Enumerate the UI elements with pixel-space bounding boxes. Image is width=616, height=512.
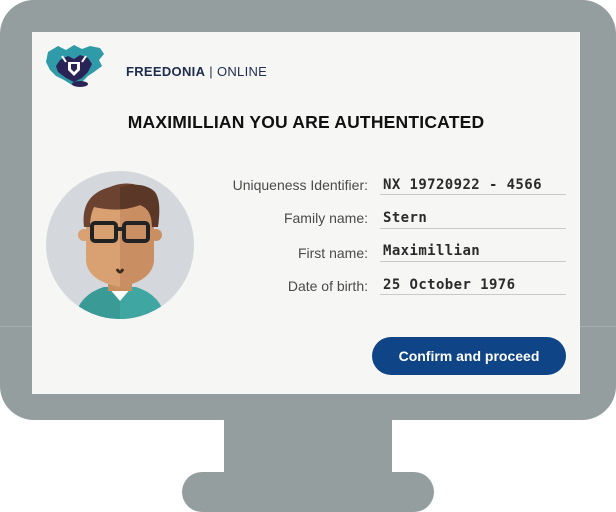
uniqueness-identifier-label: Uniqueness Identifier:: [232, 177, 368, 193]
uniqueness-identifier-value: NX 19720922 - 4566: [383, 177, 542, 193]
brand-wordmark: FREEDONIA | ONLINE: [126, 64, 267, 79]
date-of-birth-label: Date of birth:: [287, 278, 368, 294]
freedonia-map-shield-icon: [46, 45, 104, 87]
first-name-value: Maximillian: [383, 243, 481, 259]
screen: FREEDONIA | ONLINE MAXIMILLIAN YOU ARE AUT…: [32, 32, 580, 394]
family-name-value: Stern: [383, 210, 428, 226]
field-divider: [380, 261, 566, 262]
field-divider: [380, 194, 566, 195]
confirm-and-proceed-button[interactable]: Confirm and proceed: [372, 337, 566, 375]
field-divider: [380, 228, 566, 229]
brand-name: FREEDONIA: [126, 64, 206, 79]
field-divider: [380, 294, 566, 295]
first-name-label: First name:: [297, 245, 368, 261]
monitor-stand-base: [182, 472, 434, 512]
user-avatar-glasses-icon: [46, 171, 194, 319]
brand-separator: |: [209, 64, 213, 79]
brand-header: FREEDONIA | ONLINE: [44, 42, 344, 88]
brand-suffix: ONLINE: [216, 64, 268, 79]
date-of-birth-value: 25 October 1976: [383, 277, 516, 293]
page-title: MAXIMILLIAN YOU ARE AUTHENTICATED: [127, 112, 485, 132]
family-name-label: Family name:: [283, 210, 368, 226]
